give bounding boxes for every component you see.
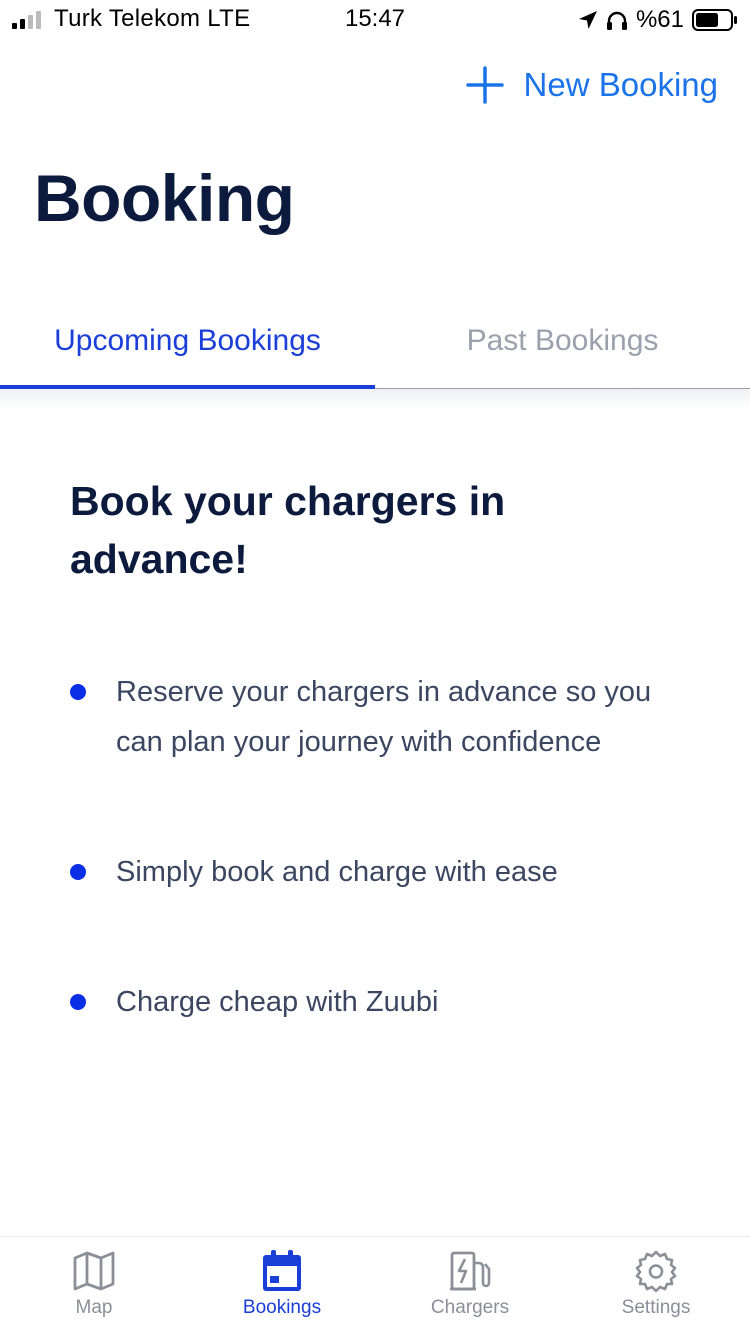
- feature-text: Reserve your chargers in advance so you …: [116, 676, 652, 758]
- tabbar-item-bookings[interactable]: Bookings: [188, 1237, 376, 1334]
- feature-item: Charge cheap with Zuubi: [70, 977, 690, 1027]
- feature-text: Simply book and charge with ease: [116, 856, 558, 888]
- tabbar-label: Settings: [621, 1297, 691, 1318]
- promo-title: Book your chargers in advance!: [70, 478, 506, 582]
- tabbar-label: Map: [75, 1297, 113, 1318]
- gear-icon: [635, 1250, 677, 1293]
- new-booking-button[interactable]: New Booking: [465, 62, 718, 108]
- headphones-icon: [606, 11, 627, 30]
- bullet-icon: [70, 994, 86, 1010]
- map-icon: [73, 1251, 115, 1291]
- booking-tabs: Upcoming Bookings Past Bookings: [0, 300, 750, 390]
- bullet-icon: [70, 864, 86, 880]
- page-title: Booking: [34, 161, 295, 235]
- bottom-tab-bar: Map Bookings Chargers Settings: [0, 1236, 750, 1334]
- battery-icon: [692, 9, 737, 31]
- feature-item: Reserve your chargers in advance so you …: [70, 667, 690, 767]
- plus-icon: [465, 66, 504, 104]
- calendar-icon: [263, 1250, 301, 1291]
- bullet-icon: [70, 684, 86, 700]
- new-booking-label: New Booking: [523, 66, 718, 103]
- tab-shadow: [0, 389, 750, 409]
- feature-text: Charge cheap with Zuubi: [116, 986, 439, 1018]
- tabbar-item-settings[interactable]: Settings: [562, 1237, 750, 1334]
- status-indicators: %61: [578, 6, 738, 34]
- tabbar-item-map[interactable]: Map: [0, 1237, 188, 1334]
- tab-upcoming-bookings[interactable]: Upcoming Bookings: [0, 300, 375, 390]
- status-bar: Turk Telekom LTE 15:47 %61: [0, 0, 750, 40]
- tabbar-label: Bookings: [242, 1297, 322, 1318]
- tabbar-item-chargers[interactable]: Chargers: [376, 1237, 564, 1334]
- tab-past-bookings[interactable]: Past Bookings: [375, 300, 750, 390]
- battery-percent: %61: [635, 6, 684, 33]
- charger-icon: [450, 1251, 491, 1291]
- location-arrow-icon: [578, 11, 597, 29]
- feature-item: Simply book and charge with ease: [70, 847, 690, 897]
- tabbar-label: Chargers: [430, 1297, 510, 1318]
